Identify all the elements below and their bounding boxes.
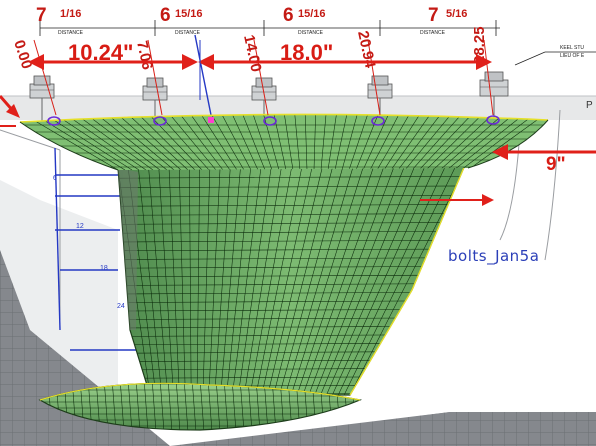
note-line: LIEU OF E [560, 53, 585, 59]
span-label: 18.0" [280, 40, 333, 65]
dimension-whole: 7 [428, 5, 439, 26]
right-dimension-label: 9" [546, 154, 566, 175]
edge-glyph: P [586, 100, 593, 111]
note-line: KEEL STU [560, 45, 584, 51]
distance-label: DISTANCE [298, 30, 324, 36]
file-name-label: bolts_Jan5a [448, 247, 540, 265]
dimension-whole: 6 [283, 5, 294, 26]
depth-tick-12: 12 [76, 223, 84, 230]
dimension-fraction: 5/16 [446, 8, 467, 20]
span-label: 10.24" [68, 40, 133, 65]
dimension-whole: 7 [36, 5, 47, 26]
dimension-fraction: 15/16 [298, 8, 326, 20]
distance-label: DISTANCE [175, 30, 201, 36]
dimension-fraction: 1/16 [60, 8, 81, 20]
depth-tick-24: 24 [117, 303, 125, 310]
distance-label: DISTANCE [420, 30, 446, 36]
depth-tick-18: 18 [100, 265, 108, 272]
distance-label: DISTANCE [58, 30, 84, 36]
dimension-whole: 6 [160, 5, 171, 26]
dimension-fraction: 15/16 [175, 8, 203, 20]
depth-tick-6: 6 [53, 175, 57, 182]
center-marker [208, 117, 214, 123]
cad-viewport[interactable]: 3 6 12 18 24 [0, 0, 596, 446]
